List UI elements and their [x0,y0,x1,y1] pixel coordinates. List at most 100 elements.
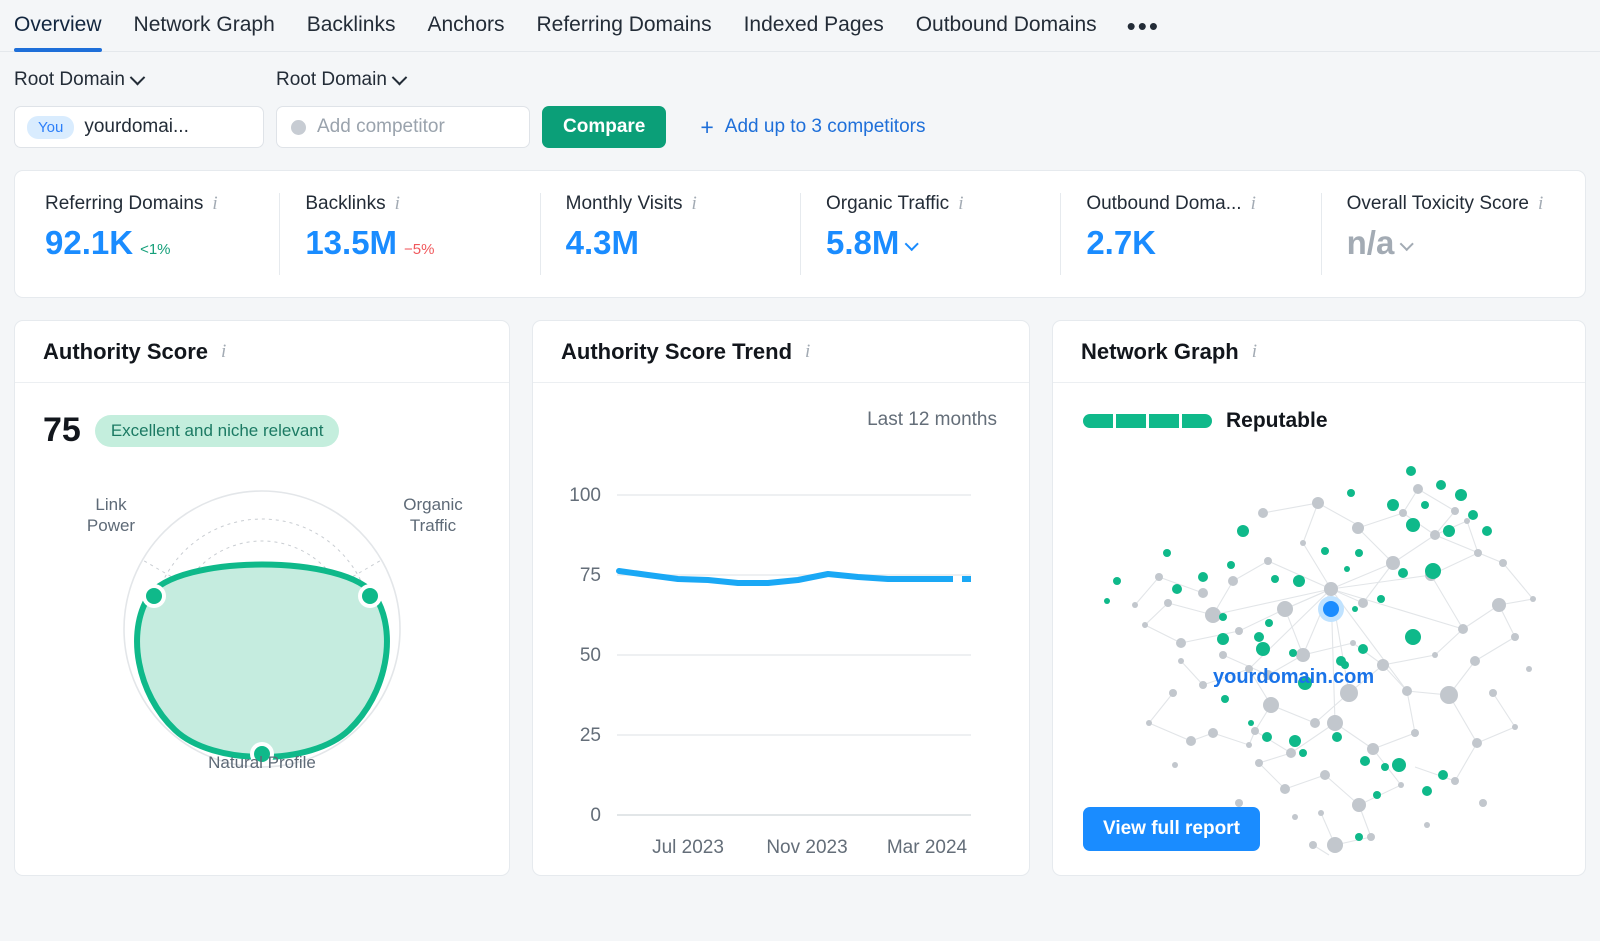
tab-anchors[interactable]: Anchors [411,0,520,52]
add-competitors-link[interactable]: + Add up to 3 competitors [700,115,926,139]
metric-overall-toxicity-score: Overall Toxicity Score i n/a [1320,171,1581,297]
metric-value-row: 13.5M −5% [305,224,529,262]
authority-score-card: Authority Score i 75 Excellent and niche… [14,320,510,876]
info-icon[interactable]: i [212,193,217,215]
radar-label-link-power-line2: Power [86,516,136,536]
info-icon[interactable]: i [1251,193,1256,215]
card-title: Authority Score Trend [561,338,793,364]
competitor-input[interactable]: Add competitor [276,106,530,148]
radar-label-natural-profile: Natural Profile [208,753,316,772]
metric-outbound-domains: Outbound Doma... i 2.7K [1060,171,1320,297]
trend-line-chart: 100 75 50 25 0 Jul 2023 Nov 2023 Mar 202… [569,485,971,858]
metric-label-text: Overall Toxicity Score [1346,193,1529,214]
trend-xtick-nov-2023: Nov 2023 [766,837,847,858]
tab-indexed-pages[interactable]: Indexed Pages [728,0,900,52]
you-badge: You [27,115,75,139]
metric-referring-domains: Referring Domains i 92.1K <1% [19,171,279,297]
metric-value: 5.8M [825,224,900,261]
radar-label-organic-traffic-line2: Traffic [409,516,457,536]
card-body: Reputable yourdomain.com View full repor… [1053,383,1585,875]
metric-value-row: 5.8M [826,224,1050,262]
metric-value-row: 4.3M [566,224,790,262]
authority-score-value: 75 [43,411,81,449]
domain-input[interactable]: You yourdomai... [14,106,264,148]
trend-series-line [616,568,945,586]
tab-backlinks[interactable]: Backlinks [291,0,412,52]
compare-button[interactable]: Compare [542,106,667,148]
more-tabs-icon[interactable]: ••• [1113,11,1174,41]
metric-value: 4.3M [565,224,640,261]
card-header: Network Graph i [1053,321,1585,383]
metric-organic-traffic: Organic Traffic i 5.8M [799,171,1060,297]
authority-radar-chart: Link Power Organic Traffic Natural Profi… [15,454,509,874]
dashboard-cards-row: Authority Score i 75 Excellent and niche… [14,320,1586,876]
compare-controls-row: You yourdomai... Add competitor Compare … [0,94,1600,148]
authority-score-trend-card: Authority Score Trend i Last 12 months 1… [532,320,1030,876]
metric-label-text: Referring Domains [45,193,204,214]
metric-label: Organic Traffic i [826,193,1050,215]
trend-ytick-25: 25 [580,725,601,746]
metric-value-row: n/a [1347,224,1571,262]
trend-ytick-0: 0 [590,805,601,826]
authority-score-summary: 75 Excellent and niche relevant [15,383,509,450]
trend-xtick-mar-2024: Mar 2024 [887,837,968,858]
tab-network-graph[interactable]: Network Graph [118,0,291,52]
info-icon[interactable]: i [1538,193,1543,215]
metric-value: n/a [1346,224,1395,261]
scope-select-primary[interactable]: Root Domain [14,69,276,91]
info-icon[interactable]: i [1252,341,1257,363]
info-icon[interactable]: i [221,341,226,363]
radar-vertex-organic-traffic [362,588,378,604]
tab-overview[interactable]: Overview [14,0,118,52]
tab-referring-domains[interactable]: Referring Domains [521,0,728,52]
trend-ytick-75: 75 [580,565,601,586]
info-icon[interactable]: i [958,193,963,215]
network-graph-visual[interactable]: yourdomain.com View full report [1053,383,1585,875]
info-icon[interactable]: i [395,193,400,215]
add-competitors-label: Add up to 3 competitors [724,116,926,137]
domain-input-value: yourdomai... [84,116,189,137]
tab-outbound-domains[interactable]: Outbound Domains [900,0,1113,52]
metric-value: 2.7K [1086,224,1157,261]
competitor-input-placeholder: Add competitor [317,116,445,137]
card-body: Last 12 months 100 75 50 25 0 Jul 2023 N… [533,383,1029,875]
radar-label-link-power-line1: Link [95,495,127,514]
metric-label: Backlinks i [305,193,529,215]
trend-range-label: Last 12 months [867,409,997,430]
metric-label: Overall Toxicity Score i [1347,193,1571,215]
radar-area [134,561,390,760]
radar-label-organic-traffic: Organic Traffic [379,494,487,537]
metric-value-row: 2.7K [1086,224,1310,262]
radar-vertex-link-power [146,588,162,604]
metric-backlinks: Backlinks i 13.5M −5% [279,171,539,297]
metric-label-text: Organic Traffic [825,193,950,214]
metric-monthly-visits: Monthly Visits i 4.3M [539,171,800,297]
metric-label-text: Backlinks [305,193,386,214]
card-header: Authority Score Trend i [533,321,1029,383]
metric-label-text: Monthly Visits [565,193,683,214]
metric-value-row: 92.1K <1% [45,224,269,262]
info-icon[interactable]: i [692,193,697,215]
chevron-down-icon [391,69,408,85]
network-nodes [1104,466,1536,853]
view-full-report-button[interactable]: View full report [1083,807,1260,851]
metric-label-text: Outbound Doma... [1086,193,1242,214]
authority-score-badge: Excellent and niche relevant [94,414,340,447]
card-title: Network Graph [1081,338,1239,364]
metric-label: Monthly Visits i [566,193,790,215]
trend-ytick-100: 100 [569,485,601,506]
network-graph-card: Network Graph i Reputable yourdomain.com… [1052,320,1586,876]
chevron-down-icon[interactable] [904,236,920,252]
center-node-label: yourdomain.com [1213,666,1375,688]
metric-value: 13.5M [305,224,398,261]
chevron-down-icon[interactable] [1399,236,1415,252]
trend-xtick-jul-2023: Jul 2023 [652,837,724,858]
metric-delta: −5% [404,241,435,258]
primary-tabbar: Overview Network Graph Backlinks Anchors… [0,0,1600,52]
metric-label: Referring Domains i [45,193,269,215]
metric-value: 92.1K [45,224,134,261]
scope-select-competitor[interactable]: Root Domain [276,69,408,91]
info-icon[interactable]: i [805,341,810,363]
competitor-dot-icon [291,119,306,135]
scope-selector-row: Root Domain Root Domain [0,52,1600,94]
